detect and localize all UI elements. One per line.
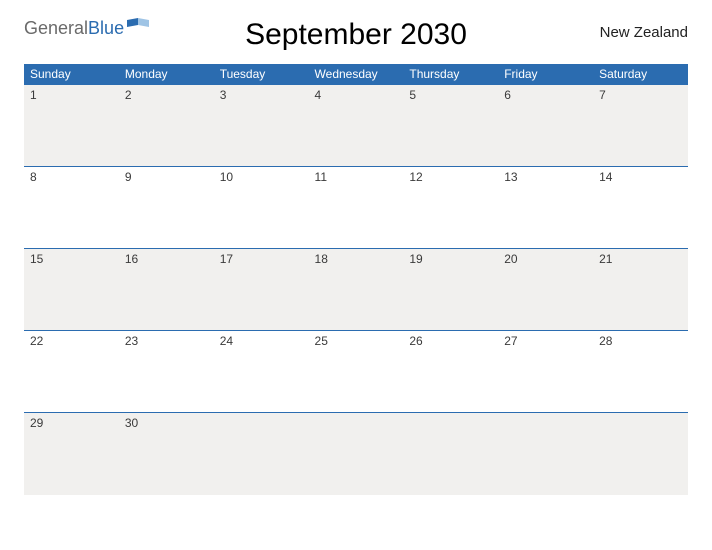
calendar-week-row: 1234567	[24, 85, 688, 167]
logo-text-general: General	[24, 19, 88, 37]
calendar-day-cell: 21	[593, 249, 688, 331]
col-header: Wednesday	[309, 64, 404, 85]
calendar-day-cell: 19	[403, 249, 498, 331]
calendar-day-cell: 4	[309, 85, 404, 167]
col-header: Friday	[498, 64, 593, 85]
calendar-day-cell: 9	[119, 167, 214, 249]
flag-icon	[127, 18, 149, 37]
calendar-body: 1234567891011121314151617181920212223242…	[24, 85, 688, 495]
calendar-day-cell: 11	[309, 167, 404, 249]
calendar-day-cell	[593, 413, 688, 495]
calendar-day-cell: 24	[214, 331, 309, 413]
calendar-day-cell: 8	[24, 167, 119, 249]
calendar-day-cell: 17	[214, 249, 309, 331]
calendar-day-cell: 6	[498, 85, 593, 167]
col-header: Monday	[119, 64, 214, 85]
calendar-region: New Zealand	[548, 18, 688, 41]
calendar-day-cell: 10	[214, 167, 309, 249]
logo-block: GeneralBlue	[24, 18, 164, 37]
calendar-day-cell: 22	[24, 331, 119, 413]
calendar-day-cell: 26	[403, 331, 498, 413]
logo: GeneralBlue	[24, 18, 149, 37]
calendar-day-cell: 18	[309, 249, 404, 331]
calendar-day-cell: 5	[403, 85, 498, 167]
calendar-day-cell: 15	[24, 249, 119, 331]
calendar-day-cell: 14	[593, 167, 688, 249]
calendar-day-cell: 28	[593, 331, 688, 413]
calendar-week-row: 15161718192021	[24, 249, 688, 331]
calendar-day-cell: 13	[498, 167, 593, 249]
col-header: Sunday	[24, 64, 119, 85]
calendar-header-row: Sunday Monday Tuesday Wednesday Thursday…	[24, 64, 688, 85]
calendar-day-cell	[214, 413, 309, 495]
calendar-day-cell	[309, 413, 404, 495]
calendar-title: September 2030	[164, 18, 548, 52]
calendar-week-row: 2930	[24, 413, 688, 495]
calendar-week-row: 22232425262728	[24, 331, 688, 413]
col-header: Saturday	[593, 64, 688, 85]
calendar-day-cell: 3	[214, 85, 309, 167]
calendar-day-cell	[403, 413, 498, 495]
calendar-day-cell: 25	[309, 331, 404, 413]
calendar-day-cell	[498, 413, 593, 495]
calendar-day-cell: 2	[119, 85, 214, 167]
calendar-day-cell: 16	[119, 249, 214, 331]
logo-text-blue: Blue	[88, 19, 124, 37]
calendar-day-cell: 27	[498, 331, 593, 413]
calendar-grid: Sunday Monday Tuesday Wednesday Thursday…	[24, 64, 688, 495]
calendar-day-cell: 7	[593, 85, 688, 167]
col-header: Thursday	[403, 64, 498, 85]
calendar-day-cell: 20	[498, 249, 593, 331]
calendar-day-cell: 1	[24, 85, 119, 167]
calendar-header: GeneralBlue September 2030 New Zealand	[24, 18, 688, 52]
calendar-day-cell: 30	[119, 413, 214, 495]
calendar-day-cell: 23	[119, 331, 214, 413]
calendar-week-row: 891011121314	[24, 167, 688, 249]
calendar-day-cell: 12	[403, 167, 498, 249]
calendar-day-cell: 29	[24, 413, 119, 495]
col-header: Tuesday	[214, 64, 309, 85]
